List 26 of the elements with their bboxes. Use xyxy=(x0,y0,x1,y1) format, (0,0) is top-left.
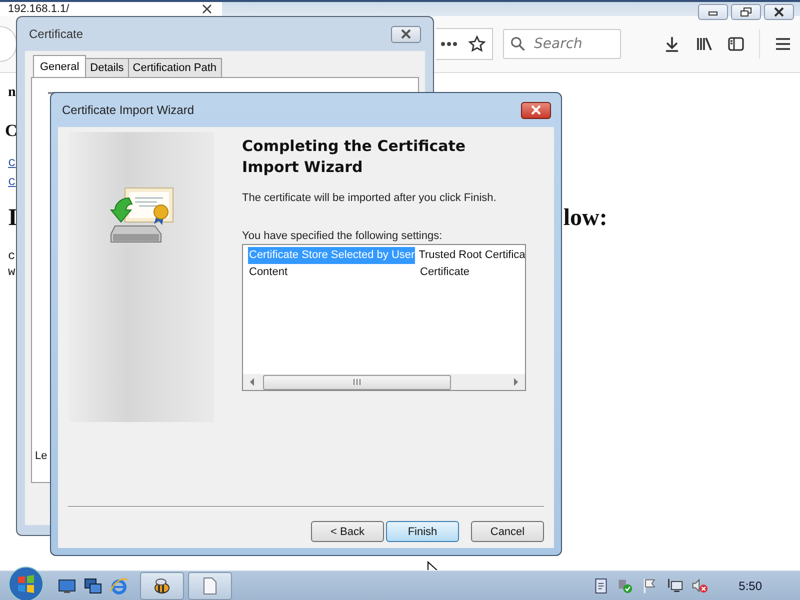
list-cell-text: Certificate xyxy=(420,265,470,280)
page-link[interactable]: c xyxy=(8,153,16,172)
search-field[interactable]: Search xyxy=(503,29,621,59)
dialog-button[interactable]: < Back xyxy=(311,521,384,542)
page-text: w xyxy=(8,264,16,280)
message-text: The certificate will be imported after you click Finish. xyxy=(242,192,498,204)
tab[interactable]: Certification Path xyxy=(128,58,222,77)
page-heading: low: xyxy=(563,205,608,232)
dialog-button[interactable]: Cancel xyxy=(471,521,544,542)
clock: 5:50 xyxy=(738,579,762,593)
settings-label: You have specified the following settings: xyxy=(242,230,444,242)
browser-tab[interactable]: 192.168.1.1/ xyxy=(0,2,222,16)
page-heading: I xyxy=(8,205,18,232)
page-link[interactable]: c xyxy=(8,172,16,191)
panel-text: Le xyxy=(35,450,48,462)
page-text: n xyxy=(8,85,16,102)
window-title: Certificate Import Wizard xyxy=(62,103,194,117)
page-text: c xyxy=(8,248,16,264)
tab[interactable]: Details xyxy=(85,58,129,77)
page-heading: C xyxy=(5,121,18,141)
list-item[interactable]: Content xyxy=(248,264,420,281)
tab[interactable]: General xyxy=(33,55,86,77)
dialog-button[interactable]: Finish xyxy=(386,521,459,542)
list-cell-text: Trusted Root Certifica xyxy=(418,248,525,263)
window-title: Certificate xyxy=(29,27,84,41)
wizard-heading: Completing the Certificate Import Wizard xyxy=(242,136,467,178)
